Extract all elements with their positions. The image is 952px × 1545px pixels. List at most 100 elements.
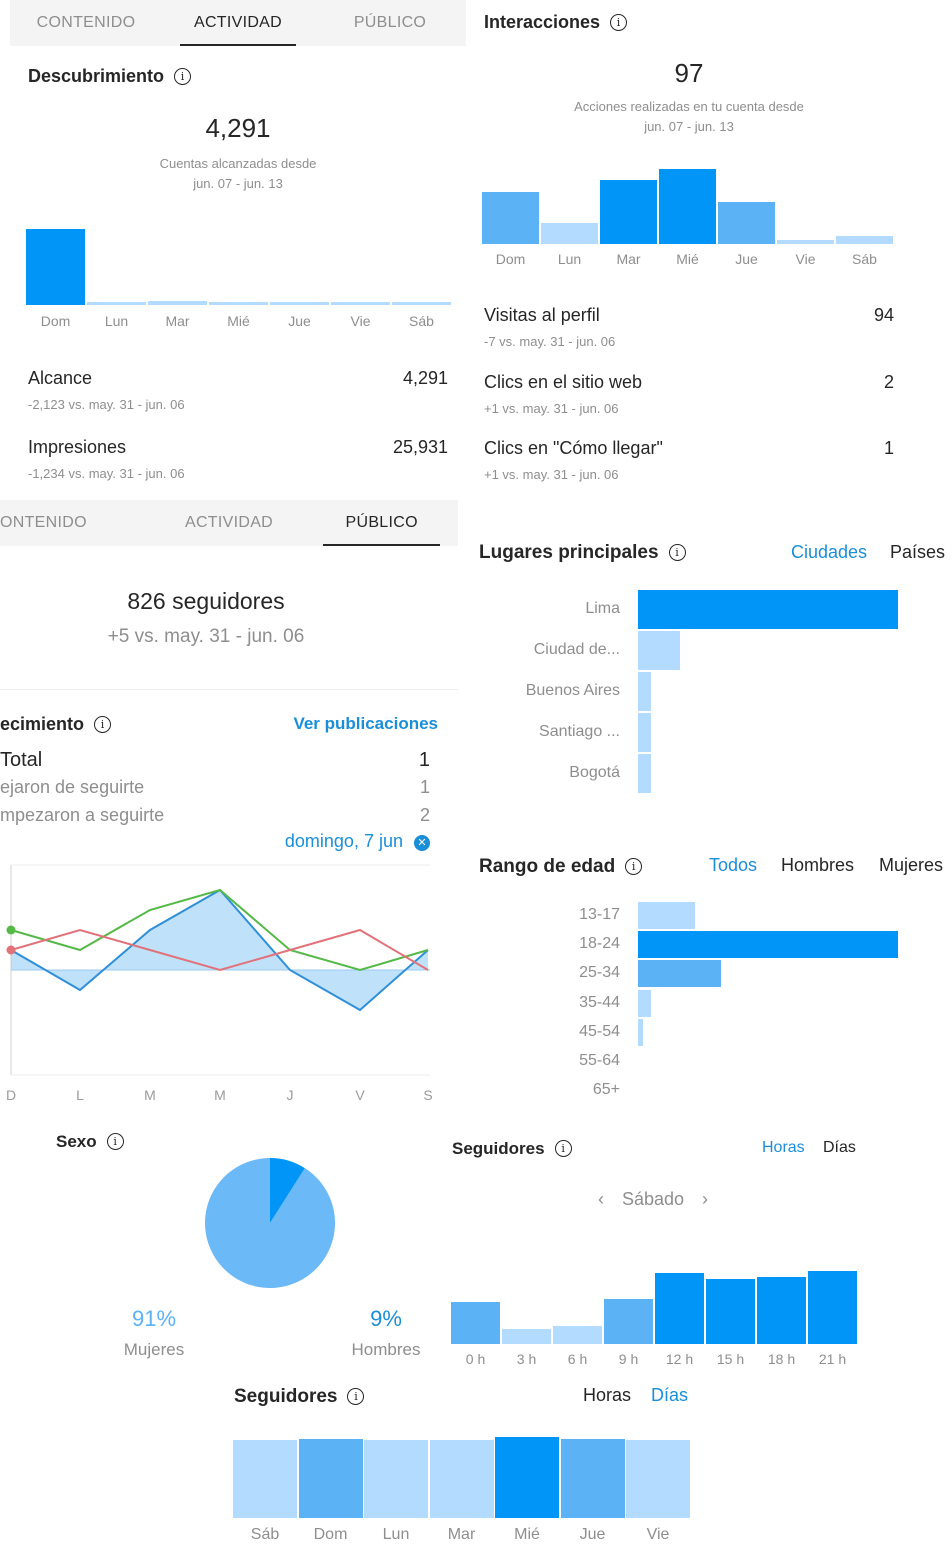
day-tick: S bbox=[423, 1087, 432, 1103]
clics-web-row[interactable]: Clics en el sitio web 2 +1 vs. may. 31 -… bbox=[484, 372, 894, 416]
followers-delta: +5 vs. may. 31 - jun. 06 bbox=[107, 626, 305, 647]
series-point bbox=[6, 945, 16, 955]
sexo-panel: Sexo i 91% Mujeres 9% Hombres bbox=[0, 1118, 448, 1373]
tab-mujeres[interactable]: Mujeres bbox=[879, 855, 943, 876]
day-label: Mar bbox=[165, 313, 190, 329]
day-label: Dom bbox=[495, 251, 526, 267]
impresiones-label: Impresiones bbox=[28, 437, 127, 457]
day-label: Mié bbox=[676, 251, 699, 267]
empezaron-value: 2 bbox=[419, 805, 430, 825]
age-label: 65+ bbox=[592, 1081, 620, 1099]
alcance-delta: -2,123 vs. may. 31 - jun. 06 bbox=[28, 397, 185, 412]
city-bar bbox=[638, 672, 651, 711]
tab-actividad[interactable]: ACTIVIDAD bbox=[153, 500, 306, 546]
section-title: Rango de edad bbox=[479, 856, 616, 877]
section-title: Interacciones bbox=[484, 12, 601, 32]
info-icon[interactable]: i bbox=[174, 68, 192, 85]
clics-llegar-value: 1 bbox=[883, 438, 894, 458]
info-icon[interactable]: i bbox=[668, 544, 686, 561]
day-bar bbox=[298, 1438, 363, 1518]
mujeres-pct: 91% bbox=[131, 1306, 177, 1331]
caption-line-2: jun. 07 - jun. 13 bbox=[644, 119, 734, 134]
clics-llegar-row[interactable]: Clics en "Cómo llegar" 1 +1 vs. may. 31 … bbox=[484, 438, 894, 482]
tab-bar: ONTENIDO ACTIVIDAD PÚBLICO bbox=[0, 500, 458, 546]
followers-count: 826 seguidores bbox=[127, 588, 285, 614]
city-bar bbox=[638, 754, 651, 793]
section-title: Seguidores bbox=[452, 1139, 545, 1158]
tab-dias[interactable]: Días bbox=[651, 1385, 688, 1406]
seguidores-horas-panel: Seguidores i Horas Días ‹ Sábado › 0 h 3 h 6 … bbox=[448, 1125, 888, 1375]
interacciones-title: Interacciones i bbox=[484, 12, 628, 33]
lugares-title: Lugares principales i bbox=[479, 542, 686, 564]
info-icon[interactable]: i bbox=[610, 14, 628, 31]
hour-label: 0 h bbox=[465, 1351, 486, 1367]
day-label: Dom bbox=[40, 313, 71, 329]
bar-dom bbox=[26, 229, 85, 305]
seguidores-dias-title: Seguidores i bbox=[234, 1386, 365, 1408]
day-label: Vie bbox=[795, 251, 816, 267]
publico-panel: ONTENIDO ACTIVIDAD PÚBLICO 826 seguidore… bbox=[0, 500, 458, 1112]
hour-bar bbox=[553, 1326, 602, 1344]
hour-label: 3 h bbox=[516, 1351, 537, 1367]
age-label: 55-64 bbox=[579, 1052, 620, 1069]
reach-value: 4,291 bbox=[205, 113, 271, 143]
chevron-right-icon[interactable]: › bbox=[702, 1189, 708, 1209]
section-title: Lugares principales bbox=[479, 542, 659, 563]
info-icon[interactable]: i bbox=[554, 1140, 572, 1157]
bar-mar bbox=[148, 301, 207, 305]
tab-publico[interactable]: PÚBLICO bbox=[305, 500, 458, 546]
hour-label: 12 h bbox=[665, 1351, 694, 1367]
chevron-left-icon[interactable]: ‹ bbox=[598, 1189, 604, 1209]
selected-day-chip[interactable]: domingo, 7 jun ✕ bbox=[285, 831, 430, 852]
total-label: Total bbox=[0, 749, 43, 771]
day-label: Sáb bbox=[852, 251, 877, 267]
ver-publicaciones-link[interactable]: Ver publicaciones bbox=[293, 714, 438, 734]
section-title: Seguidores bbox=[234, 1386, 338, 1407]
info-icon[interactable]: i bbox=[106, 1133, 124, 1150]
day-label: Mié bbox=[514, 1526, 540, 1543]
tab-contenido[interactable]: ONTENIDO bbox=[0, 500, 153, 546]
day-label: Jue bbox=[579, 1526, 606, 1543]
info-icon[interactable]: i bbox=[347, 1388, 365, 1405]
tab-actividad[interactable]: ACTIVIDAD bbox=[162, 0, 314, 46]
crecimiento-title: ecimiento i bbox=[0, 714, 112, 735]
tab-ciudades[interactable]: Ciudades bbox=[791, 542, 867, 563]
info-icon[interactable]: i bbox=[625, 858, 643, 875]
age-bar bbox=[638, 989, 651, 1017]
clics-llegar-label: Clics en "Cómo llegar" bbox=[484, 438, 663, 458]
visitas-label: Visitas al perfil bbox=[484, 305, 600, 325]
series-point bbox=[6, 925, 16, 935]
bar-mié bbox=[209, 301, 268, 305]
tab-horas[interactable]: Horas bbox=[583, 1385, 631, 1406]
bar-jue bbox=[270, 302, 329, 305]
clics-web-delta: +1 vs. may. 31 - jun. 06 bbox=[484, 401, 619, 416]
hour-label: 18 h bbox=[767, 1351, 796, 1367]
day-label: Mié bbox=[227, 313, 250, 329]
tab-contenido[interactable]: CONTENIDO bbox=[10, 0, 162, 46]
tab-dias[interactable]: Días bbox=[823, 1139, 856, 1157]
tab-hombres[interactable]: Hombres bbox=[781, 855, 854, 876]
hour-bar bbox=[604, 1299, 653, 1344]
lugares-panel: Lugares principales i Ciudades Países Lim… bbox=[458, 527, 952, 829]
descubrimiento-title: Descubrimiento i bbox=[28, 66, 192, 87]
city-label: Lima bbox=[585, 600, 620, 617]
section-title: ecimiento bbox=[0, 714, 85, 734]
bar-mar bbox=[600, 180, 657, 244]
visitas-delta: -7 vs. may. 31 - jun. 06 bbox=[484, 334, 616, 349]
clics-web-value: 2 bbox=[883, 372, 894, 392]
age-bar bbox=[638, 1018, 644, 1046]
age-bar bbox=[638, 960, 722, 988]
seguidores-dias-panel: Seguidores i Horas Días Sáb Dom Lun Mar Mié Ju… bbox=[220, 1375, 700, 1545]
close-circle-icon[interactable]: ✕ bbox=[414, 835, 430, 851]
tab-publico[interactable]: PÚBLICO bbox=[314, 0, 466, 46]
interactions-value: 97 bbox=[674, 58, 704, 88]
day-label: Dom bbox=[313, 1526, 348, 1543]
day-bar bbox=[364, 1440, 428, 1518]
info-icon[interactable]: i bbox=[94, 716, 112, 733]
tab-horas[interactable]: Horas bbox=[762, 1139, 805, 1157]
tab-paises[interactable]: Países bbox=[890, 542, 945, 563]
day-tick: M bbox=[144, 1087, 156, 1103]
visitas-row[interactable]: Visitas al perfil 94 -7 vs. may. 31 - ju… bbox=[484, 305, 894, 349]
tab-todos[interactable]: Todos bbox=[709, 855, 757, 876]
hour-label: 9 h bbox=[618, 1351, 639, 1367]
